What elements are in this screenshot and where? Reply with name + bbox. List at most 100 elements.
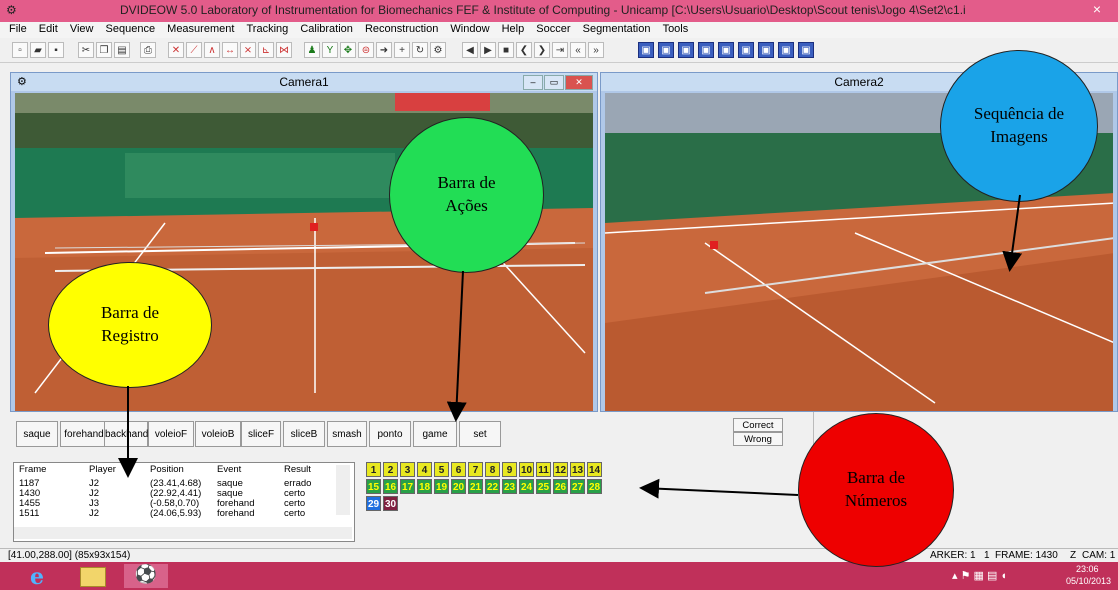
number-button[interactable]: 16 (383, 479, 398, 494)
action-voleiof-button[interactable]: voleioF (148, 421, 194, 447)
new-file-icon[interactable]: ▫ (12, 42, 28, 58)
number-button[interactable]: 24 (519, 479, 534, 494)
move-tool-icon[interactable]: ✥ (340, 42, 356, 58)
tray-icons[interactable]: ▴ ⚑ ▦ ▤ ◖ (952, 569, 1007, 582)
fast-forward-icon[interactable]: » (588, 42, 604, 58)
action-slicef-button[interactable]: sliceF (241, 421, 281, 447)
stop-icon[interactable]: ■ (498, 42, 514, 58)
menu-segmentation[interactable]: Segmentation (583, 23, 651, 35)
number-button[interactable]: 15 (366, 479, 381, 494)
cut-icon[interactable]: ✂ (78, 42, 94, 58)
menu-soccer[interactable]: Soccer (536, 23, 570, 35)
number-button[interactable]: 26 (553, 479, 568, 494)
paste-icon[interactable]: ▤ (114, 42, 130, 58)
number-button[interactable]: 14 (587, 462, 602, 477)
prev-frame-icon[interactable]: ◀ (462, 42, 478, 58)
action-backhand-button[interactable]: backhand (104, 421, 148, 447)
settings-tool-icon[interactable]: ⚙ (430, 42, 446, 58)
number-button[interactable]: 12 (553, 462, 568, 477)
number-button[interactable]: 23 (502, 479, 517, 494)
view-3-icon[interactable]: ▣ (678, 42, 694, 58)
split-tool-icon[interactable]: Y (322, 42, 338, 58)
folder-icon[interactable] (80, 567, 106, 587)
step-back-icon[interactable]: ❮ (516, 42, 532, 58)
person-tool-icon[interactable]: ♟ (304, 42, 320, 58)
link-tool-icon[interactable]: ⋈ (276, 42, 292, 58)
menu-measurement[interactable]: Measurement (167, 23, 234, 35)
view-2-icon[interactable]: ▣ (658, 42, 674, 58)
action-forehand-button[interactable]: forehand (60, 421, 108, 447)
open-file-icon[interactable]: ▰ (30, 42, 46, 58)
number-button[interactable]: 8 (485, 462, 500, 477)
number-button[interactable]: 1 (366, 462, 381, 477)
action-sliceb-button[interactable]: sliceB (283, 421, 325, 447)
number-button[interactable]: 21 (468, 479, 483, 494)
view-8-icon[interactable]: ▣ (778, 42, 794, 58)
number-button[interactable]: 30 (383, 496, 398, 511)
number-button[interactable]: 28 (587, 479, 602, 494)
number-button[interactable]: 18 (417, 479, 432, 494)
menu-help[interactable]: Help (502, 23, 525, 35)
table-row[interactable]: 1511 J2 (24.06,5.93) forehand certo (14, 508, 344, 519)
graph-tool-icon[interactable]: ⊾ (258, 42, 274, 58)
menu-calibration[interactable]: Calibration (300, 23, 353, 35)
number-button[interactable]: 10 (519, 462, 534, 477)
view-7-icon[interactable]: ▣ (758, 42, 774, 58)
app-icon[interactable]: ⚙ (6, 3, 20, 17)
calibrate-tool-icon[interactable]: ⟋ (186, 42, 202, 58)
menu-file[interactable]: File (9, 23, 27, 35)
number-button[interactable]: 17 (400, 479, 415, 494)
number-button[interactable]: 3 (400, 462, 415, 477)
menu-tools[interactable]: Tools (663, 23, 689, 35)
play-icon[interactable]: ▶ (480, 42, 496, 58)
print-icon[interactable]: ⎙ (140, 42, 156, 58)
log-vertical-scrollbar[interactable] (336, 465, 350, 515)
maximize-icon[interactable]: ▭ (544, 75, 564, 90)
log-table[interactable]: Frame Player Position Event Result 1187 … (13, 462, 355, 542)
number-button[interactable]: 7 (468, 462, 483, 477)
number-button[interactable]: 25 (536, 479, 551, 494)
fast-back-icon[interactable]: « (570, 42, 586, 58)
jump-end-icon[interactable]: ⇥ (552, 42, 568, 58)
number-button[interactable]: 9 (502, 462, 517, 477)
view-4-icon[interactable]: ▣ (698, 42, 714, 58)
zoom-tool-icon[interactable]: ⊜ (358, 42, 374, 58)
minimize-icon[interactable]: – (523, 75, 543, 90)
step-forward-icon[interactable]: ❯ (534, 42, 550, 58)
number-button[interactable]: 13 (570, 462, 585, 477)
action-voleiob-button[interactable]: voleioB (195, 421, 241, 447)
number-button[interactable]: 4 (417, 462, 432, 477)
dvideow-icon[interactable]: ⚽ (124, 564, 168, 588)
menu-tracking[interactable]: Tracking (246, 23, 288, 35)
number-button[interactable]: 5 (434, 462, 449, 477)
view-1-icon[interactable]: ▣ (638, 42, 654, 58)
number-button[interactable]: 29 (366, 496, 381, 511)
menu-edit[interactable]: Edit (39, 23, 58, 35)
angle-tool-icon[interactable]: ∧ (204, 42, 220, 58)
copy-icon[interactable]: ❐ (96, 42, 112, 58)
arrow-tool-icon[interactable]: ➜ (376, 42, 392, 58)
plus-tool-icon[interactable]: + (394, 42, 410, 58)
menu-sequence[interactable]: Sequence (106, 23, 156, 35)
view-6-icon[interactable]: ▣ (738, 42, 754, 58)
number-button[interactable]: 2 (383, 462, 398, 477)
number-button[interactable]: 11 (536, 462, 551, 477)
close-button[interactable]: × (1084, 1, 1110, 19)
view-5-icon[interactable]: ▣ (718, 42, 734, 58)
number-button[interactable]: 27 (570, 479, 585, 494)
marker-tool-icon[interactable]: ✕ (168, 42, 184, 58)
menu-view[interactable]: View (70, 23, 94, 35)
close-icon[interactable]: ✕ (565, 75, 593, 90)
save-icon[interactable]: ▪ (48, 42, 64, 58)
number-button[interactable]: 22 (485, 479, 500, 494)
number-button[interactable]: 19 (434, 479, 449, 494)
ie-icon[interactable]: e (30, 564, 44, 590)
number-button[interactable]: 20 (451, 479, 466, 494)
log-horizontal-scrollbar[interactable] (14, 527, 352, 539)
camera1-menu-icon[interactable]: ⚙ (17, 75, 27, 88)
rotate-tool-icon[interactable]: ↻ (412, 42, 428, 58)
view-9-icon[interactable]: ▣ (798, 42, 814, 58)
action-saque-button[interactable]: saque (16, 421, 58, 447)
distance-tool-icon[interactable]: ↔ (222, 42, 238, 58)
menu-reconstruction[interactable]: Reconstruction (365, 23, 438, 35)
